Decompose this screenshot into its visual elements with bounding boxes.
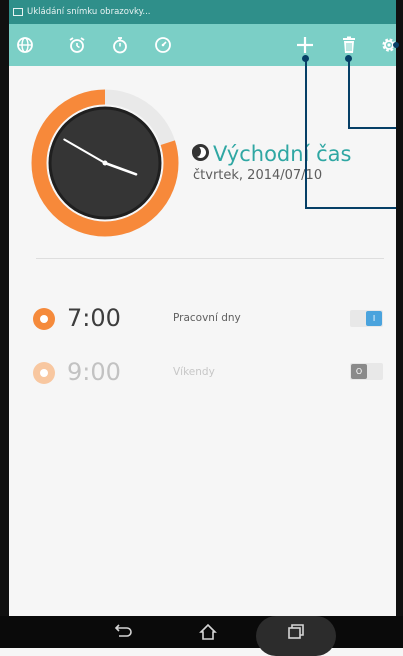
callout-line [348,58,350,128]
navigation-bar [0,616,403,656]
callout-line [305,207,396,209]
callout-line [348,127,396,129]
alarm-time[interactable]: 9:00 [67,358,121,386]
time-zone-name: Východní čas [213,142,352,166]
status-notification-text: Ukládání snímku obrazovky... [27,7,151,17]
app-bar [9,24,396,66]
alarm-toggle[interactable]: O [350,363,383,380]
toggle-knob: O [351,364,367,379]
recent-apps-icon[interactable] [283,619,309,645]
status-bar: Ukládání snímku obrazovky... [9,0,396,24]
alarm-icon[interactable] [65,33,89,57]
alarm-time[interactable]: 7:00 [67,304,121,332]
callout-line [305,58,307,208]
delete-icon[interactable] [337,33,361,57]
toggle-knob: I [366,311,382,326]
divider [36,258,384,259]
home-icon[interactable] [195,619,221,645]
callout-dot [393,42,399,48]
screen: Ukládání snímku obrazovky... Východní ča… [0,0,403,656]
bezel-left [0,0,9,648]
back-icon[interactable] [110,619,136,645]
bezel-right [396,0,403,648]
time-zone-date: čtvrtek, 2014/07/10 [193,168,323,183]
alarm-toggle[interactable]: I [350,310,383,327]
sun-icon [33,308,55,330]
clock-center-pin [102,160,108,166]
alarm-days: Víkendy [173,366,215,378]
stopwatch-icon[interactable] [108,33,132,57]
alarm-days: Pracovní dny [173,312,241,324]
analog-clock [31,89,179,237]
add-icon[interactable] [293,33,317,57]
moon-icon [192,144,209,161]
sun-icon [33,362,55,384]
timer-icon[interactable] [151,33,175,57]
world-clock-icon[interactable] [13,33,37,57]
screenshot-notification-icon [13,8,23,16]
